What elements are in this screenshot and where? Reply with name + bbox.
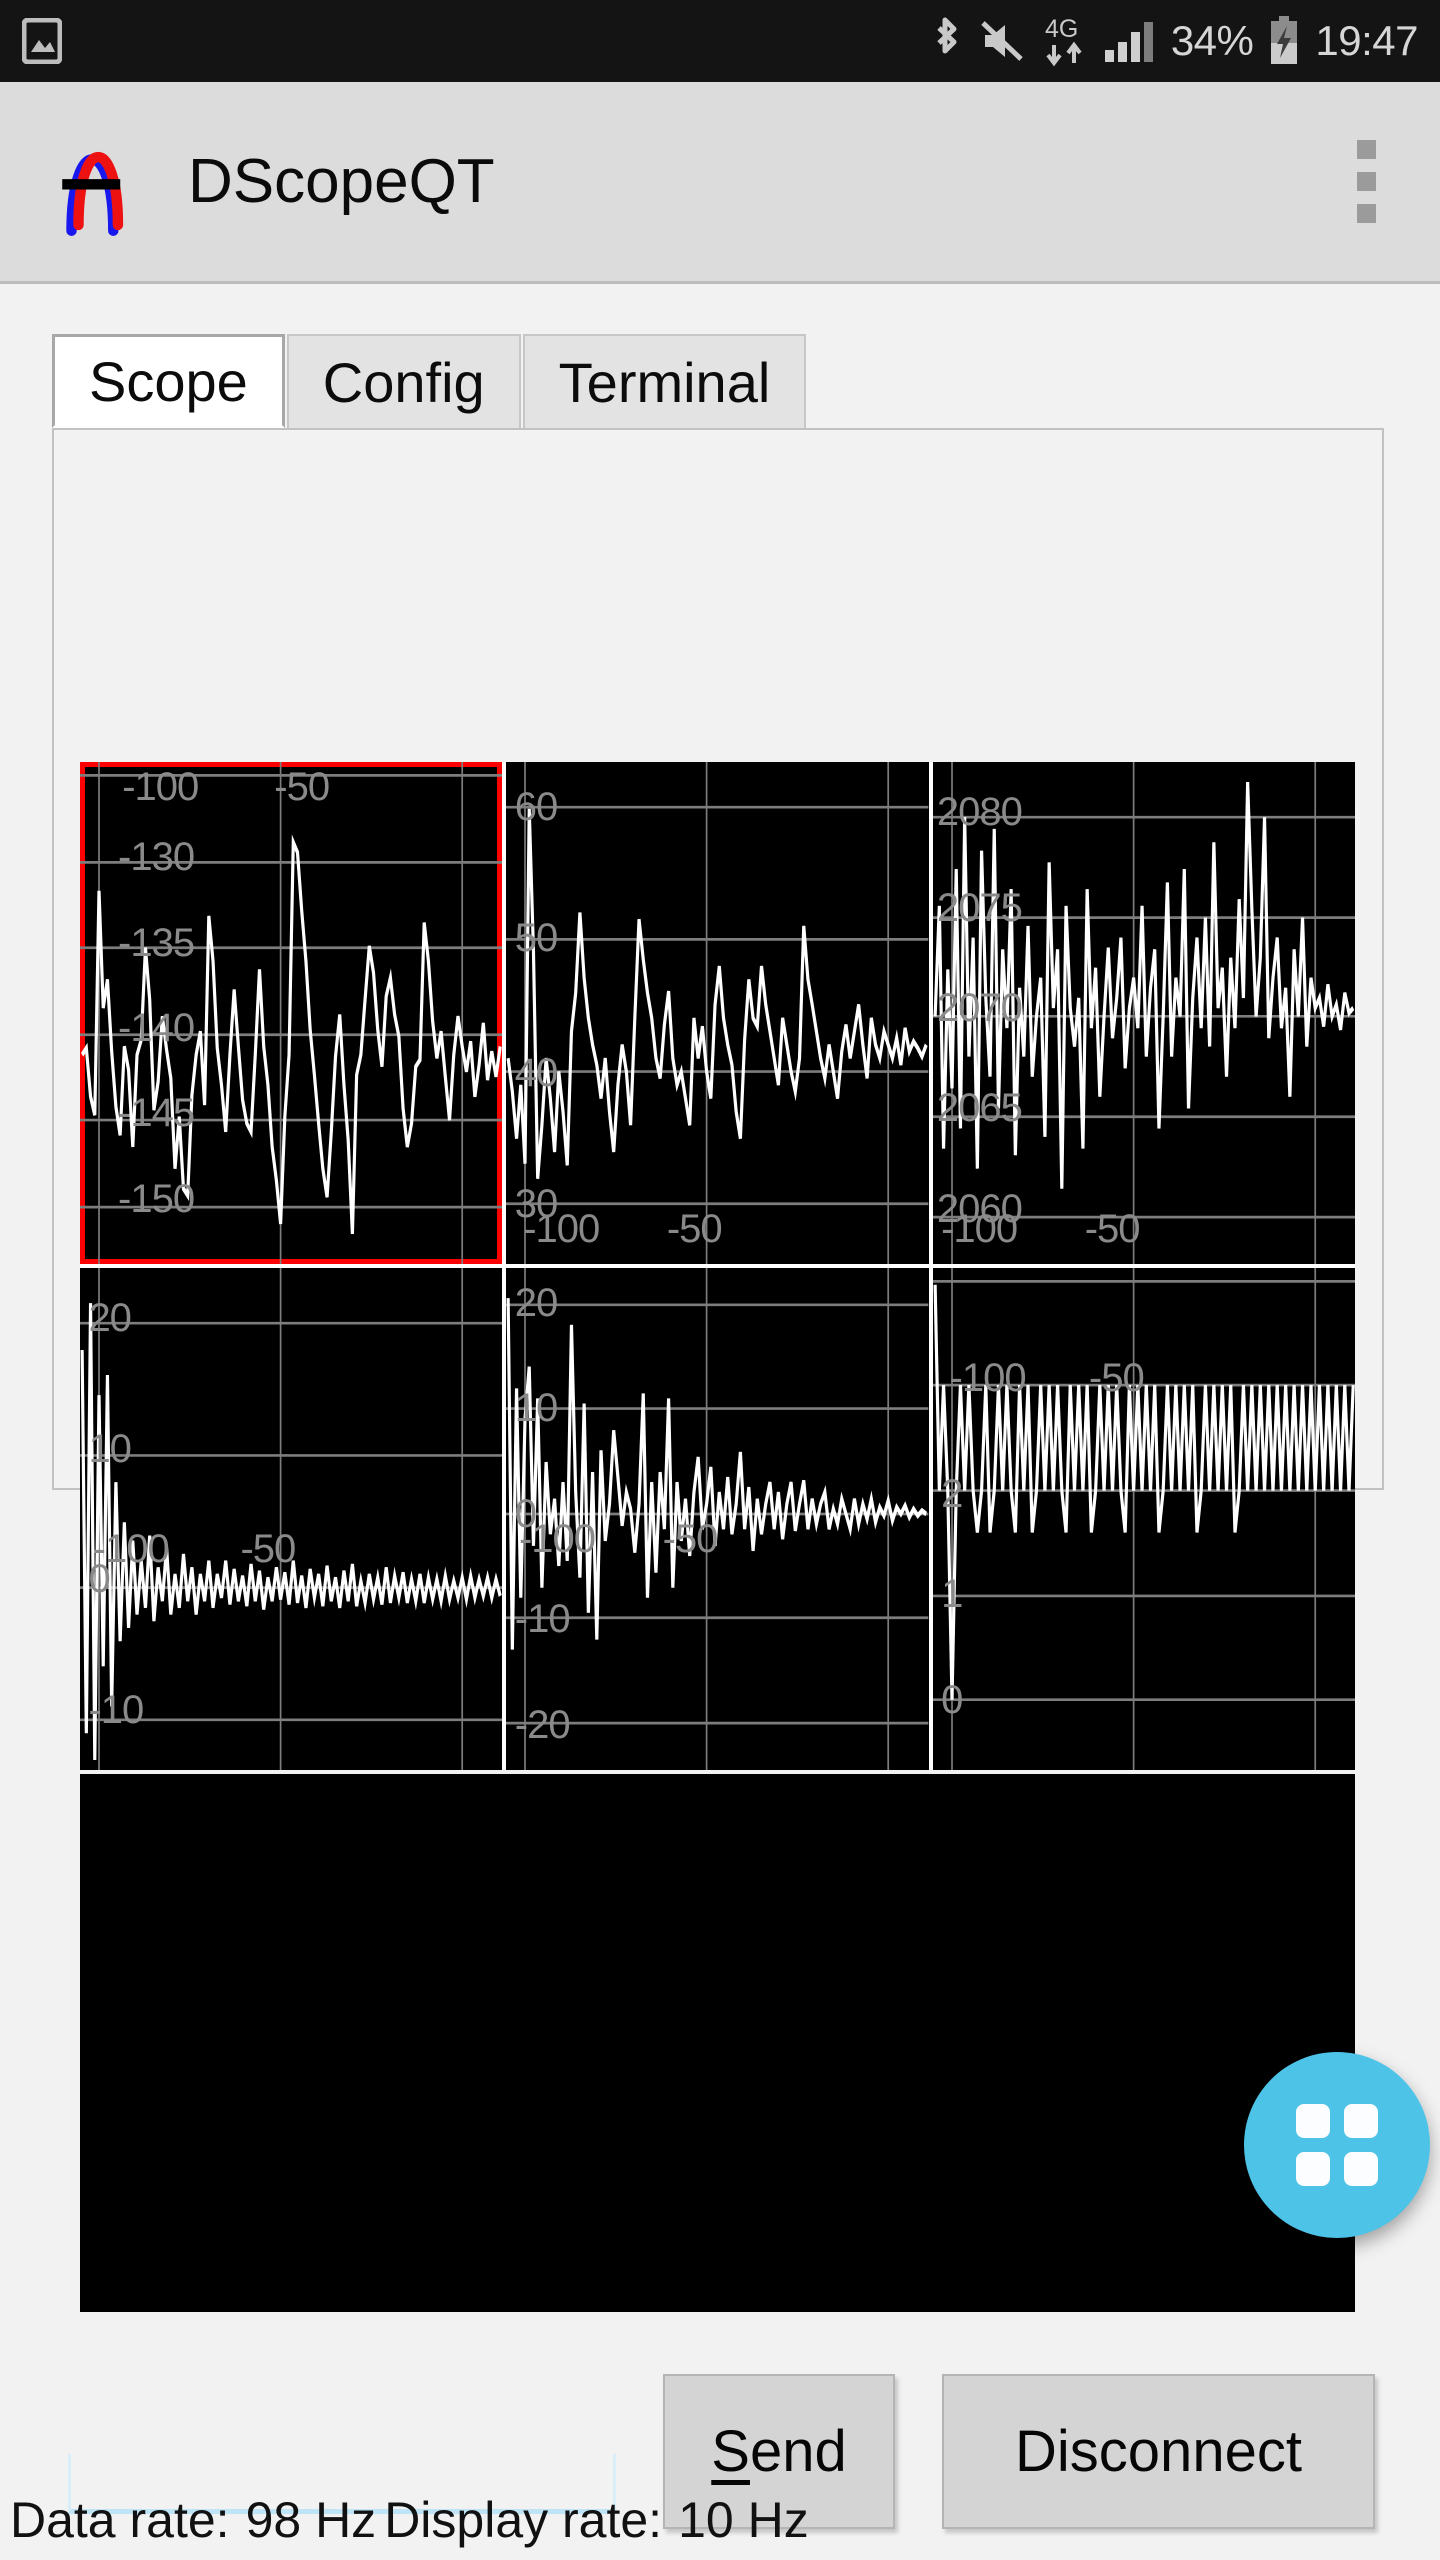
- plot-5-ylabel-2: 10: [514, 1386, 558, 1431]
- plot-2-xlabel-2: -50: [666, 1206, 723, 1251]
- plot-4-ylabel-1: 20: [88, 1296, 131, 1341]
- plot-4-xlabel-2: -50: [240, 1527, 296, 1572]
- tab-config[interactable]: Config: [286, 334, 521, 428]
- grid-layout-fab[interactable]: [1244, 2052, 1430, 2238]
- grid-cell: [1296, 2104, 1330, 2138]
- scope-plot-1[interactable]: -100 -50 -130 -135 -140 -145 -150: [80, 762, 503, 1264]
- plot-5-xlabel-2: -50: [662, 1517, 719, 1561]
- plot-6-xlabel-2: -50: [1088, 1356, 1145, 1401]
- sine-wave-logo-icon: [46, 124, 162, 240]
- plot-3-ylabel-3: 2070: [936, 985, 1023, 1030]
- plot-5-ylabel-5: -20: [514, 1702, 571, 1747]
- plot-1-ylabel-1: -130: [118, 835, 195, 880]
- plot-6-ylabel-2: 1: [941, 1572, 963, 1617]
- grid-cell: [1344, 2152, 1378, 2186]
- plot-4-ylabel-3: 0: [88, 1557, 110, 1602]
- overflow-dot: [1357, 204, 1376, 223]
- overflow-dot: [1357, 140, 1376, 159]
- plot-5-ylabel-3: 0: [514, 1491, 537, 1536]
- mute-icon: [979, 19, 1027, 63]
- plot-2-canvas: [506, 762, 929, 1264]
- plot-1-ylabel-2: -135: [118, 920, 195, 965]
- display-rate-value: 10 Hz: [678, 2492, 809, 2548]
- scope-plot-5[interactable]: -100 -50 20 10 0 -10 -20: [506, 1268, 929, 1770]
- plot-2-ylabel-3: 40: [514, 1051, 558, 1096]
- app-content: Scope Config Terminal -100 -50 -130 -135…: [0, 284, 1440, 2560]
- plot-6-xlabel-1: -100: [949, 1356, 1027, 1401]
- scope-plot-2[interactable]: -100 -50 60 50 40 30: [506, 762, 929, 1264]
- tab-scope[interactable]: Scope: [52, 334, 285, 428]
- app-bar: DScopeQT: [0, 82, 1440, 284]
- send-accel-letter: S: [711, 2419, 750, 2484]
- bluetooth-icon: [929, 15, 963, 67]
- data-rate-group: Data rate: 98 Hz: [10, 2491, 376, 2549]
- plot-3-xlabel-2: -50: [1084, 1206, 1141, 1251]
- plot-5-ylabel-1: 20: [514, 1281, 558, 1326]
- plot-6-ylabel-3: 0: [941, 1677, 963, 1722]
- status-bar-left-icons: [21, 17, 63, 65]
- plot-1-ylabel-5: -150: [118, 1176, 195, 1221]
- terminal-output-pane[interactable]: [80, 1774, 1355, 2312]
- plot-1-ylabel-3: -140: [118, 1005, 195, 1050]
- display-rate-label: Display rate:: [384, 2492, 663, 2548]
- disconnect-label: Disconnect: [1015, 2419, 1302, 2484]
- plot-3-ylabel-5: 2060: [936, 1186, 1023, 1231]
- plot-1-xlabel-2: -50: [274, 765, 330, 810]
- android-status-bar: 4G 34% 19:47: [0, 0, 1440, 82]
- data-rate-value: 98 Hz: [245, 2492, 377, 2548]
- plot-4-ylabel-4: -10: [88, 1687, 144, 1732]
- 4g-data-icon: 4G: [1043, 13, 1087, 69]
- overflow-dot: [1357, 172, 1376, 191]
- grid-cell: [1296, 2152, 1330, 2186]
- plot-1-xlabel-1: -100: [122, 765, 199, 810]
- send-label-rest: end: [749, 2419, 847, 2484]
- plot-6-canvas: [932, 1268, 1355, 1770]
- plot-2-ylabel-2: 50: [514, 915, 558, 960]
- display-rate-group: Display rate: 10 Hz: [384, 2491, 809, 2549]
- clock-label: 19:47: [1315, 17, 1418, 64]
- tab-terminal[interactable]: Terminal: [522, 334, 807, 428]
- grid-2x2-icon: [1296, 2104, 1378, 2186]
- scope-plot-6[interactable]: -100 -50 2 1 0: [932, 1268, 1355, 1770]
- battery-percent-label: 34%: [1170, 17, 1254, 64]
- tab-terminal-label: Terminal: [558, 350, 771, 414]
- data-rate-label: Data rate:: [10, 2492, 230, 2548]
- grid-cell: [1344, 2104, 1378, 2138]
- plot-3-ylabel-1: 2080: [936, 790, 1023, 835]
- screenshot-icon: [21, 17, 63, 65]
- plot-3-ylabel-2: 2075: [936, 885, 1023, 930]
- plot-4-ylabel-2: 10: [88, 1426, 131, 1471]
- plot-2-ylabel-1: 60: [514, 785, 558, 830]
- plot-6-ylabel-1: 2: [941, 1471, 963, 1516]
- plot-5-ylabel-4: -10: [514, 1597, 571, 1642]
- plot-1-ylabel-4: -145: [118, 1091, 195, 1136]
- tab-scope-label: Scope: [89, 349, 248, 413]
- overflow-menu-icon[interactable]: [1339, 130, 1394, 233]
- app-title: DScopeQT: [188, 147, 495, 216]
- plot-4-canvas: [80, 1268, 503, 1770]
- tab-config-label: Config: [322, 350, 485, 414]
- plot-3-ylabel-4: 2065: [936, 1086, 1023, 1131]
- battery-charging-icon: [1269, 16, 1299, 66]
- svg-text:4G: 4G: [1045, 15, 1078, 43]
- scope-plot-3[interactable]: -100 -50 2080 2075 2070 2065 2060: [932, 762, 1355, 1264]
- status-footer: Data rate: 98 Hz Display rate: 10 Hz: [0, 2480, 1440, 2560]
- signal-strength-icon: [1103, 18, 1155, 64]
- tab-bar: Scope Config Terminal: [52, 334, 808, 428]
- scope-plot-area: -100 -50 -130 -135 -140 -145 -150 -100 -…: [80, 762, 1355, 1770]
- status-bar-right-icons: 4G 34% 19:47: [929, 13, 1418, 69]
- plot-2-ylabel-4: 30: [514, 1181, 558, 1226]
- scope-plot-grid: -100 -50 -130 -135 -140 -145 -150 -100 -…: [80, 762, 1355, 1770]
- scope-plot-4[interactable]: -100 -50 20 10 0 -10: [80, 1268, 503, 1770]
